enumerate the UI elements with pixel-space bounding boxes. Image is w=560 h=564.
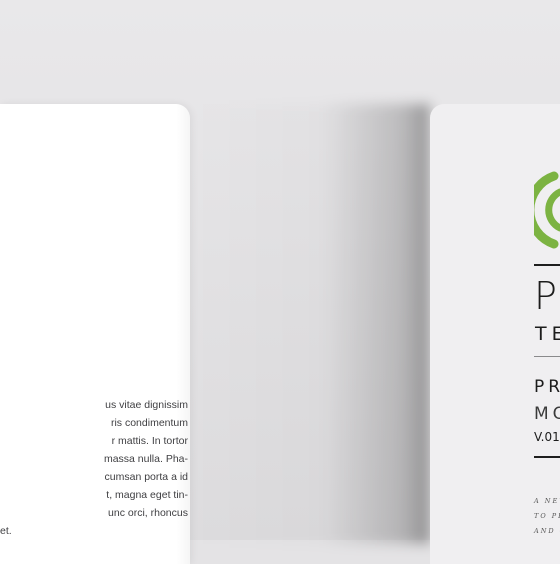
brochure-cover-page: P TE PR MO V.01 A NEW TO PR AND C: [430, 104, 560, 564]
green-signal-arc-icon: [534, 171, 560, 249]
body-text-line: cumsan porta a id: [104, 471, 188, 483]
body-text-block: us vitae dignissim ris condimentum r mat…: [0, 396, 188, 540]
cover-title-line1: PR: [534, 377, 560, 397]
body-text-line: r mattis. In tortor: [111, 435, 188, 447]
divider-rule-thin: [534, 356, 560, 357]
body-text-line: ris condimentum: [110, 417, 188, 429]
tagline-line: AND C: [534, 527, 560, 535]
tagline-line: TO PR: [534, 512, 560, 520]
brochure-left-page: us vitae dignissim ris condimentum r mat…: [0, 104, 190, 564]
body-text-line: us vitae dignissim: [105, 399, 188, 411]
tagline-line: A NEW: [534, 497, 560, 505]
brand-name: P: [534, 274, 557, 318]
page-cast-shadow: [190, 104, 430, 544]
divider-rule: [534, 264, 560, 266]
body-text-line: massa nulla. Pha-: [103, 453, 188, 465]
divider-rule: [534, 456, 560, 458]
body-text-line: t, magna eget tin-: [106, 489, 188, 501]
cover-title-line2: MO: [534, 404, 560, 424]
body-text-line: unc orci, rhoncus: [108, 507, 188, 519]
body-text-line: et.: [0, 525, 12, 537]
version-label: V.01: [534, 430, 560, 444]
brand-subtitle: TE: [535, 323, 560, 345]
cover-tagline: A NEW TO PR AND C: [534, 494, 560, 539]
